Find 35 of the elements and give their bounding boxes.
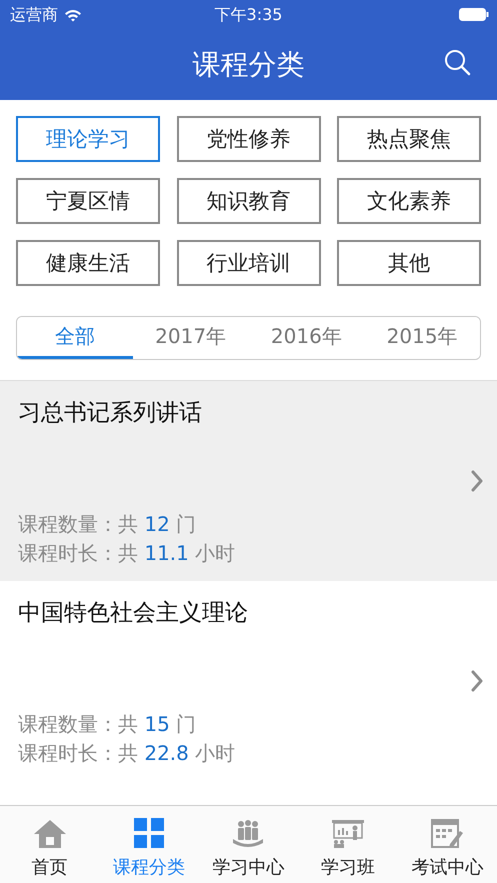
tab-bar-item[interactable]: 学习中心 xyxy=(200,819,296,879)
category-button[interactable]: 知识教育 xyxy=(176,178,320,224)
tab-bar-item[interactable]: 首页 xyxy=(2,819,98,879)
category-button[interactable]: 行业培训 xyxy=(176,240,320,286)
presentation-icon xyxy=(330,819,365,849)
search-icon[interactable] xyxy=(443,48,471,76)
category-button[interactable]: 宁夏区情 xyxy=(16,178,160,224)
year-tab[interactable]: 全部 xyxy=(17,317,133,359)
course-list-item[interactable]: 习总书记系列讲话 课程数量：共 12 门 课程时长：共 11.1 小时 xyxy=(0,381,497,581)
chevron-icon xyxy=(471,470,483,492)
category-button[interactable]: 健康生活 xyxy=(16,240,160,286)
course-duration: 课程时长：共 11.1 小时 xyxy=(18,540,236,567)
exam-sheet-icon xyxy=(430,819,464,849)
category-button[interactable]: 热点聚焦 xyxy=(337,116,481,162)
course-count: 课程数量：共 12 门 xyxy=(18,511,198,538)
page-title: 课程分类 xyxy=(192,47,304,83)
status-time: 下午3:35 xyxy=(214,4,282,26)
battery-icon xyxy=(459,8,489,20)
category-button[interactable]: 文化素养 xyxy=(337,178,481,224)
tab-bar-item[interactable]: 考试中心 xyxy=(399,819,496,879)
category-button[interactable]: 其他 xyxy=(337,240,481,286)
course-duration: 课程时长：共 22.8 小时 xyxy=(18,740,236,767)
house-icon xyxy=(32,819,67,849)
tab-bar-item[interactable]: 课程分类 xyxy=(101,817,198,879)
course-title: 习总书记系列讲话 xyxy=(18,399,203,428)
people-group-icon xyxy=(231,819,266,849)
tab-bar-item[interactable]: 学习班 xyxy=(300,819,396,879)
carrier-name: 运营商 xyxy=(10,4,58,26)
category-button[interactable]: 党性修养 xyxy=(176,116,320,162)
course-count: 课程数量：共 15 门 xyxy=(18,711,198,738)
course-title: 中国特色社会主义理论 xyxy=(18,599,249,628)
category-button[interactable]: 理论学习 xyxy=(16,116,160,162)
chevron-icon xyxy=(471,670,483,692)
wifi-icon xyxy=(64,8,82,22)
grid-icon xyxy=(133,817,166,849)
